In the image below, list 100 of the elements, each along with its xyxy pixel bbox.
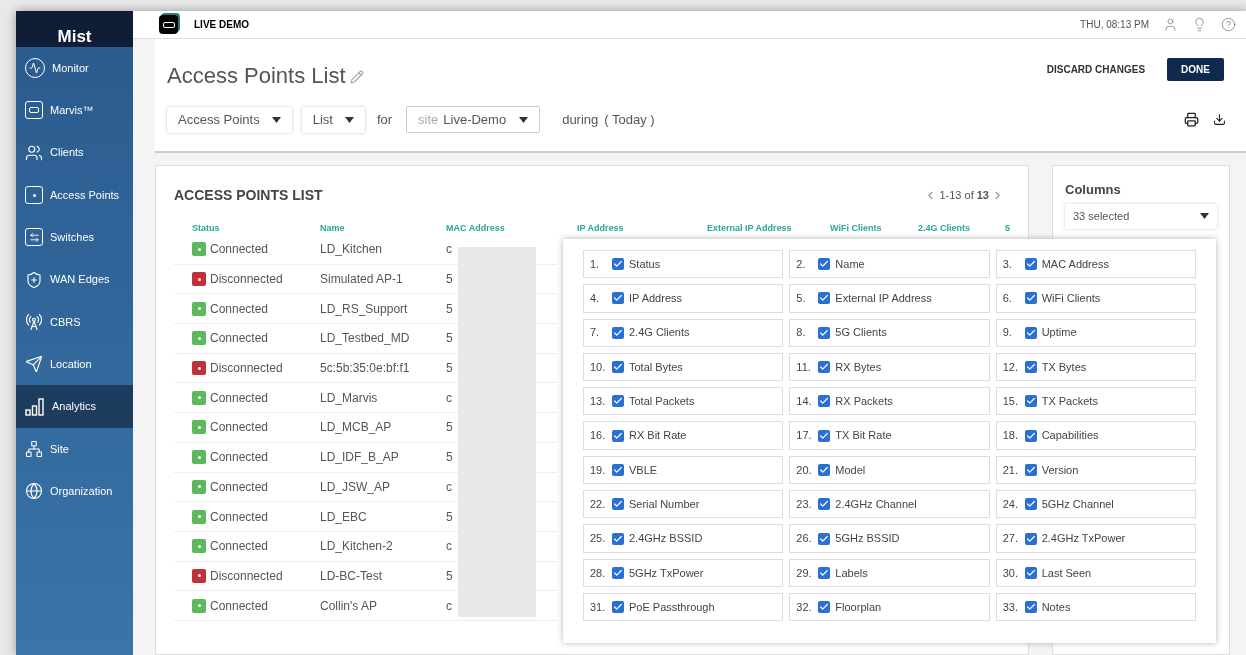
period-value[interactable]: ( Today ) <box>604 109 655 130</box>
nav-item[interactable]: Analytics <box>16 385 133 428</box>
column-option[interactable]: 11. RX Bytes <box>789 352 990 382</box>
card-title: ACCESS POINTS LIST <box>174 186 323 205</box>
checkbox[interactable] <box>612 429 624 442</box>
ap-name: LD_JSW_AP <box>320 478 392 496</box>
column-option[interactable]: 2. Name <box>789 250 990 279</box>
site-dropdown[interactable]: site Live-Demo <box>406 106 541 133</box>
checkbox[interactable] <box>612 258 624 271</box>
column-option[interactable]: 5. External IP Address <box>789 284 990 313</box>
checkbox[interactable] <box>818 292 831 305</box>
column-option[interactable]: 14. RX Packets <box>789 387 990 416</box>
checkbox[interactable] <box>612 326 624 339</box>
mac-address: 5 <box>446 330 453 348</box>
checkbox[interactable] <box>1024 292 1037 305</box>
nav-item[interactable]: Access Points <box>16 173 133 217</box>
columns-title: Columns <box>1065 181 1122 199</box>
nav-item[interactable]: WAN Edges <box>16 258 133 301</box>
column-option[interactable]: 6. WiFi Clients <box>995 284 1196 313</box>
ap-name: Collin's AP <box>320 597 378 615</box>
column-option[interactable]: 31. PoE Passthrough <box>583 592 784 622</box>
checkbox[interactable] <box>1024 326 1037 339</box>
nav-item[interactable]: Marvis™ <box>16 89 133 132</box>
caret-icon <box>344 116 354 123</box>
checkbox[interactable] <box>612 532 624 545</box>
checkbox[interactable] <box>612 395 624 408</box>
column-option[interactable]: 27. 2.4GHz TxPower <box>995 524 1196 553</box>
checkbox[interactable] <box>818 429 831 442</box>
column-option[interactable]: 19. VBLE <box>583 455 784 485</box>
filter-dropdown[interactable]: Access Points <box>167 106 292 133</box>
column-option[interactable]: 8. 5G Clients <box>789 318 990 347</box>
column-option[interactable]: 17. TX Bit Rate <box>789 421 990 450</box>
checkbox[interactable] <box>1024 361 1037 374</box>
mist-logo[interactable]: Mist <box>57 28 92 45</box>
columns-select[interactable]: 33 selected <box>1065 203 1217 229</box>
column-option[interactable]: 28. 5GHz TxPower <box>583 558 784 587</box>
checkbox[interactable] <box>818 601 831 614</box>
column-option[interactable]: 18. Capabilities <box>995 421 1196 450</box>
column-option[interactable]: 7. 2.4G Clients <box>583 318 784 347</box>
column-option[interactable]: 21. Version <box>995 455 1196 485</box>
checkbox[interactable] <box>612 498 624 511</box>
checkbox[interactable] <box>612 601 624 614</box>
column-option[interactable]: 3. MAC Address <box>995 250 1196 279</box>
column-option[interactable]: 26. 5GHz BSSID <box>789 524 990 553</box>
column-option[interactable]: 33. Notes <box>995 592 1196 622</box>
column-option[interactable]: 32. Floorplan <box>789 592 990 622</box>
checkbox[interactable] <box>612 566 624 579</box>
column-option[interactable]: 22. Serial Number <box>583 490 784 519</box>
checkbox[interactable] <box>818 326 831 339</box>
column-option[interactable]: 4. IP Address <box>583 284 784 313</box>
discard-changes-button[interactable]: DISCARD CHANGES <box>1046 62 1146 77</box>
checkbox[interactable] <box>818 361 831 374</box>
ap-name: LD_EBC <box>320 508 368 526</box>
column-option[interactable]: 1. Status <box>583 250 784 279</box>
help-icon[interactable] <box>1221 17 1236 32</box>
user-icon[interactable] <box>1163 17 1178 32</box>
nav-item[interactable]: CBRS <box>16 300 133 344</box>
checkbox[interactable] <box>1024 395 1037 408</box>
nav-item[interactable]: Monitor <box>16 47 133 90</box>
column-option[interactable]: 20. Model <box>789 455 990 485</box>
column-option[interactable]: 30. Last Seen <box>995 558 1196 587</box>
status-text: Connected <box>210 300 269 318</box>
mac-address: c <box>446 538 452 556</box>
column-option[interactable]: 10. Total Bytes <box>583 352 784 382</box>
checkbox[interactable] <box>1024 258 1037 271</box>
caret-icon <box>271 116 281 123</box>
checkbox[interactable] <box>818 395 831 408</box>
checkbox[interactable] <box>612 463 624 476</box>
checkbox[interactable] <box>612 361 624 374</box>
column-option[interactable]: 25. 2.4GHz BSSID <box>583 524 784 553</box>
nav-item[interactable]: Clients <box>16 131 133 174</box>
nav-item[interactable]: Location <box>16 343 133 386</box>
checkbox[interactable] <box>612 292 624 305</box>
ap-name: LD_Testbed_MD <box>320 330 411 348</box>
checkbox[interactable] <box>818 463 831 476</box>
nav-item[interactable]: Site <box>16 427 133 470</box>
done-button[interactable]: DONE <box>1167 58 1224 81</box>
column-option[interactable]: 9. Uptime <box>995 318 1196 347</box>
checkbox[interactable] <box>818 532 831 545</box>
column-option[interactable]: 12. TX Bytes <box>995 352 1196 382</box>
column-option[interactable]: 29. Labels <box>789 558 990 587</box>
column-option[interactable]: 24. 5GHz Channel <box>995 490 1196 519</box>
checkbox[interactable] <box>1024 601 1037 614</box>
checkbox[interactable] <box>1024 566 1037 579</box>
checkbox[interactable] <box>1024 532 1037 545</box>
checkbox[interactable] <box>818 258 831 271</box>
filter-dropdown[interactable]: List <box>301 106 365 133</box>
print-icon[interactable] <box>1184 112 1199 127</box>
download-icon[interactable] <box>1213 113 1226 126</box>
column-option[interactable]: 15. TX Packets <box>995 387 1196 416</box>
nav-item[interactable]: Switches <box>16 216 133 259</box>
column-option[interactable]: 23. 2.4GHz Channel <box>789 490 990 519</box>
checkbox[interactable] <box>1024 429 1037 442</box>
checkbox[interactable] <box>1024 498 1037 511</box>
column-option[interactable]: 16. RX Bit Rate <box>583 421 784 450</box>
column-option[interactable]: 13. Total Packets <box>583 387 784 416</box>
checkbox[interactable] <box>818 566 831 579</box>
checkbox[interactable] <box>818 498 831 511</box>
checkbox[interactable] <box>1024 463 1037 476</box>
nav-item[interactable]: Organization <box>16 469 133 513</box>
